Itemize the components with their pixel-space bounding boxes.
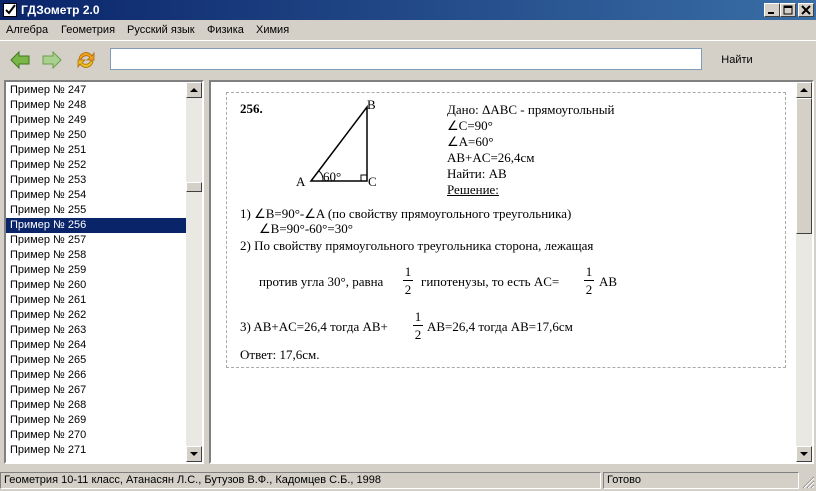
list-item[interactable]: Пример № 254 [6, 188, 186, 203]
content-scroll-up-button[interactable] [796, 82, 812, 98]
fraction-3-denominator: 2 [414, 327, 422, 342]
step-3-start: 3) AB+AC=26,4 тогда AB+ [240, 319, 388, 334]
scroll-up-button[interactable] [186, 82, 202, 98]
toolbar: Найти [0, 40, 816, 78]
list-item[interactable]: Пример № 250 [6, 128, 186, 143]
status-state: Готово [603, 472, 799, 489]
content-scrollbar[interactable] [796, 82, 812, 462]
step-1-line-2: ∠B=90°-60°=30° [259, 221, 353, 236]
arrow-right-icon[interactable] [40, 48, 64, 72]
fraction-1-numerator: 1 [404, 264, 412, 279]
title-bar: ГДЗометр 2.0 [0, 0, 816, 20]
solution-content: 256. B A C 60° Дано: ΔABC - прямоугольны… [226, 92, 786, 368]
list-item[interactable]: Пример № 256 [6, 218, 186, 233]
fraction-1-denominator: 2 [404, 282, 412, 297]
list-item[interactable]: Пример № 261 [6, 293, 186, 308]
list-item[interactable]: Пример № 259 [6, 263, 186, 278]
list-item[interactable]: Пример № 269 [6, 413, 186, 428]
list-item[interactable]: Пример № 267 [6, 383, 186, 398]
list-item[interactable]: Пример № 263 [6, 323, 186, 338]
given-line-4: AB+AC=26,4см [447, 150, 535, 165]
step-2-line-2-middle: гипотенузы, то есть AC= [421, 274, 560, 289]
list-item[interactable]: Пример № 270 [6, 428, 186, 443]
content-scroll-down-button[interactable] [796, 446, 812, 462]
list-item[interactable]: Пример № 260 [6, 278, 186, 293]
list-item[interactable]: Пример № 257 [6, 233, 186, 248]
status-bar: Геометрия 10-11 класс, Атанасян Л.С., Бу… [0, 470, 816, 491]
list-item[interactable]: Пример № 262 [6, 308, 186, 323]
list-item[interactable]: Пример № 258 [6, 248, 186, 263]
list-item[interactable]: Пример № 264 [6, 338, 186, 353]
angle-label: 60° [323, 169, 342, 184]
search-input[interactable] [110, 48, 702, 70]
menu-chemistry[interactable]: Химия [256, 24, 289, 36]
given-line-2: ∠C=90° [447, 118, 493, 133]
list-item[interactable]: Пример № 247 [6, 83, 186, 98]
list-item[interactable]: Пример № 253 [6, 173, 186, 188]
step-2-line-2-end: AB [599, 274, 618, 289]
example-list-items: Пример № 247 Пример № 248 Пример № 249 Прим… [6, 83, 186, 458]
window-title: ГДЗометр 2.0 [21, 3, 100, 17]
checkmark-app-icon [3, 3, 17, 17]
vertex-b-label: B [367, 97, 376, 112]
menu-bar: Алгебра Геометрия Русский язык Физика Хи… [0, 20, 816, 40]
menu-geometry[interactable]: Геометрия [61, 24, 115, 36]
list-item[interactable]: Пример № 265 [6, 353, 186, 368]
problem-number: 256. [240, 101, 263, 116]
list-item[interactable]: Пример № 252 [6, 158, 186, 173]
vertex-a-label: A [296, 174, 306, 189]
step-2-line-2-start: против угла 30°, равна [259, 274, 384, 289]
list-item[interactable]: Пример № 249 [6, 113, 186, 128]
step-3-end: AB=26,4 тогда AB=17,6см [427, 319, 573, 334]
menu-algebra[interactable]: Алгебра [6, 24, 48, 36]
scroll-down-button[interactable] [186, 446, 202, 462]
answer-line: Ответ: 17,6см. [240, 347, 320, 362]
find-line: Найти: AB [447, 166, 507, 181]
maximize-button[interactable] [780, 3, 796, 17]
fraction-3-numerator: 1 [414, 309, 422, 324]
solution-panel: 256. B A C 60° Дано: ΔABC - прямоугольны… [209, 80, 814, 464]
app-window: ГДЗометр 2.0 Алгебра Геометрия Русский я… [0, 0, 816, 491]
refresh-icon[interactable] [74, 48, 98, 72]
menu-physics[interactable]: Физика [207, 24, 244, 36]
list-item[interactable]: Пример № 248 [6, 98, 186, 113]
arrow-left-icon[interactable] [8, 48, 32, 72]
list-item[interactable]: Пример № 266 [6, 368, 186, 383]
given-line-3: ∠A=60° [447, 134, 494, 149]
example-list: Пример № 247 Пример № 248 Пример № 249 Прим… [4, 80, 204, 464]
given-line-1: Дано: ΔABC - прямоугольный [447, 102, 615, 117]
content-scroll-thumb[interactable] [796, 98, 812, 234]
close-button[interactable] [798, 3, 814, 17]
step-1-line-1: 1) ∠B=90°-∠A (по свойству прямоугольного… [240, 206, 572, 221]
list-item[interactable]: Пример № 271 [6, 443, 186, 458]
fraction-3-bar [413, 325, 423, 326]
fraction-1-bar [403, 280, 413, 281]
list-item[interactable]: Пример № 251 [6, 143, 186, 158]
solution-heading: Решение: [447, 182, 499, 197]
vertex-c-label: C [368, 174, 377, 189]
list-scroll-thumb[interactable] [186, 182, 202, 192]
list-item[interactable]: Пример № 255 [6, 203, 186, 218]
fraction-2-numerator: 1 [585, 264, 593, 279]
step-2-line-1: 2) По свойству прямоугольного треугольни… [240, 238, 594, 253]
fraction-2-bar [584, 280, 594, 281]
status-book-info: Геометрия 10-11 класс, Атанасян Л.С., Бу… [0, 472, 601, 489]
find-button[interactable]: Найти [713, 50, 761, 70]
minimize-button[interactable] [764, 3, 780, 17]
list-item[interactable]: Пример № 268 [6, 398, 186, 413]
list-scrollbar[interactable] [186, 82, 202, 462]
fraction-2-denominator: 2 [585, 282, 593, 297]
menu-russian[interactable]: Русский язык [127, 24, 195, 36]
resize-grip-icon[interactable] [801, 475, 815, 489]
